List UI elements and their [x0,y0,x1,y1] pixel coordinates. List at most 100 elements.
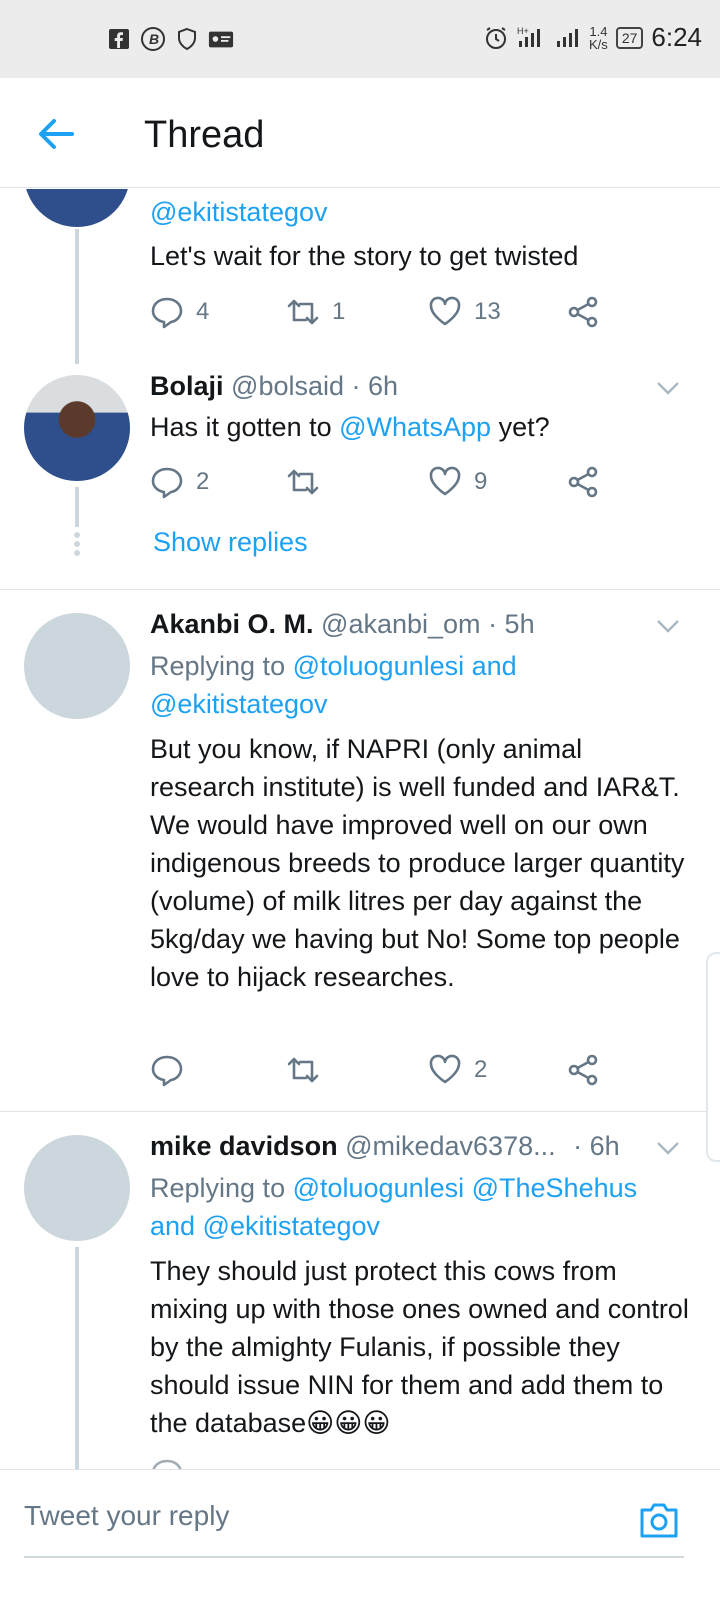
divider [0,589,720,590]
tweet-actions: 2 9 [150,465,610,505]
thread-line [75,487,79,527]
show-replies-link[interactable]: Show replies [153,527,308,558]
author-handle[interactable]: @mikedav6378... [345,1131,556,1161]
retweet-icon [287,469,319,495]
reply-icon [152,1459,182,1469]
network-speed-value: 1.4 [589,23,608,39]
camera-button[interactable] [638,1500,680,1540]
retweet-icon [287,1057,319,1083]
tweet-text: Let's wait for the story to get twisted [150,241,579,271]
tweet-actions [150,1457,610,1469]
replying-prefix: Replying to [150,1173,293,1203]
reply-input-underline [24,1556,684,1558]
author-name[interactable]: Akanbi O. M. [150,609,314,639]
notification-icons: B [106,26,234,52]
svg-text:H+: H+ [517,26,529,36]
reply-icon [151,1055,183,1087]
divider [0,1111,720,1112]
app-header: Thread [0,78,720,188]
like-count: 2 [474,1056,488,1083]
like-count: 13 [474,298,501,325]
share-button[interactable] [566,1053,600,1087]
avatar[interactable] [24,613,130,719]
system-indicators: H+ 1.4 K/s 27 6:24 [483,22,702,53]
mention-link[interactable]: @toluogunlesi and [293,651,517,681]
share-icon [568,296,598,328]
retweet-count: 1 [332,298,346,325]
share-icon [568,466,598,498]
heart-icon [429,466,461,496]
replying-prefix: Replying to [150,651,293,681]
tweet-actions: 4 1 13 [150,295,610,335]
tweet-meta: Bolaji @bolsaid · 6h [150,371,398,402]
retweet-icon [287,299,319,325]
heart-icon [429,296,461,326]
b-icon: B [140,26,166,52]
thread-feed[interactable]: @ekitistategov Let's wait for the story … [0,189,720,1469]
mention-link[interactable]: @ekitistategov [150,689,328,719]
heart-icon [429,1054,461,1084]
avatar[interactable] [24,1135,130,1241]
id-card-icon [208,26,234,52]
shield-icon [174,26,200,52]
facebook-icon [106,26,132,52]
reply-button[interactable]: 4 [150,295,209,329]
replying-to: Replying to @toluogunlesi and @ekitistat… [150,647,690,723]
camera-icon [640,1503,678,1538]
mention-link[interactable]: and @ekitistategov [150,1211,380,1241]
mention-link[interactable]: @ekitistategov [150,197,328,227]
thread-line [75,229,79,364]
chevron-down-icon[interactable] [656,619,680,633]
author-handle[interactable]: @bolsaid [231,371,344,401]
author-name[interactable]: mike davidson [150,1131,338,1161]
network-speed-unit: K/s [589,36,608,52]
alarm-icon [486,26,507,49]
reply-input[interactable]: Tweet your reply [24,1500,229,1532]
chevron-down-icon[interactable] [656,381,680,395]
tweet-meta: Akanbi O. M. @akanbi_om · 5h [150,609,535,640]
retweet-button[interactable]: 1 [286,295,345,329]
avatar[interactable] [24,375,130,481]
like-button[interactable]: 2 [428,1053,487,1087]
mention-link[interactable]: @WhatsApp [339,412,491,442]
tweet-text: Has it gotten to @WhatsApp yet? [150,408,690,446]
like-button[interactable]: 9 [428,465,487,499]
thread-dots [73,529,81,559]
author-name[interactable]: Bolaji [150,371,224,401]
share-button[interactable] [566,465,600,499]
like-count: 9 [474,468,488,495]
tweet-time: · 6h [573,1131,620,1161]
reply-bar: Tweet your reply [0,1469,720,1559]
avatar[interactable] [24,189,130,227]
reply-icon [151,297,183,329]
reply-button[interactable] [150,1457,184,1469]
battery-indicator: 27 [615,26,644,49]
replying-to: @ekitistategov [150,193,690,231]
arrow-left-icon [39,119,74,149]
reply-count: 4 [196,298,210,325]
reply-icon [151,467,183,499]
retweet-button[interactable] [286,1053,332,1087]
thread-line [75,1247,79,1469]
retweet-button[interactable] [286,465,332,499]
reply-button[interactable]: 2 [150,465,209,499]
reply-count: 2 [196,468,210,495]
author-handle[interactable]: @akanbi_om [321,609,481,639]
replying-to: Replying to @toluogunlesi @TheShehus and… [150,1169,690,1245]
status-bar: B H+ 1.4 K/s 27 6:24 [0,0,720,78]
page-title: Thread [144,114,265,156]
reply-button[interactable] [150,1053,196,1087]
chevron-down-icon[interactable] [656,1141,680,1155]
tweet-text-part: Has it gotten to [150,412,340,442]
tweet-meta: mike davidson @mikedav6378... · 6h [150,1131,620,1162]
mention-link[interactable]: @toluogunlesi @TheShehus [293,1173,638,1203]
share-button[interactable] [566,295,600,329]
scroll-handle[interactable] [706,952,720,1162]
tweet-text-part: yet? [491,412,550,442]
tweet-actions: 2 [150,1053,610,1093]
signal-hplus-icon: H+ [517,26,541,47]
tweet-text: But you know, if NAPRI (only animal rese… [150,734,685,992]
like-button[interactable]: 13 [428,295,501,329]
back-button[interactable] [36,114,76,154]
tweet-text: They should just protect this cows from … [150,1256,689,1438]
